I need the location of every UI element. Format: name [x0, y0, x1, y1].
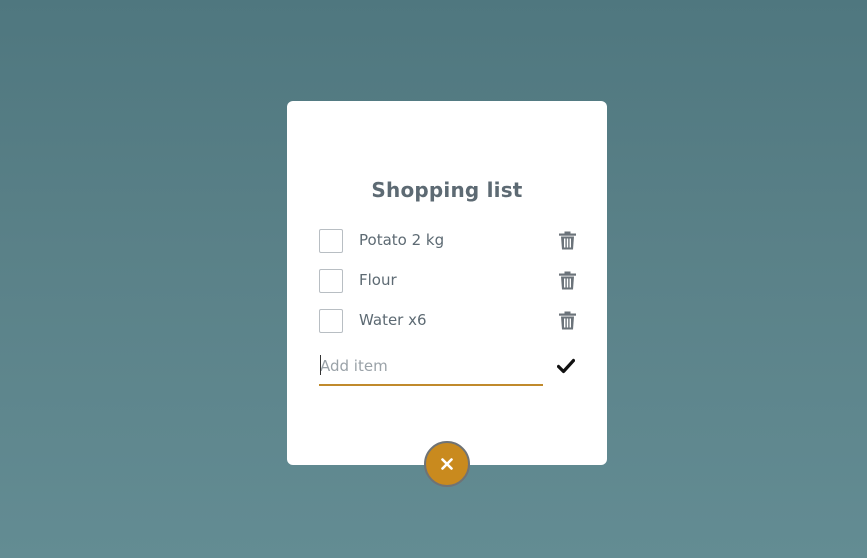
trash-icon[interactable]	[559, 271, 576, 290]
item-label: Potato 2 kg	[359, 231, 445, 249]
item-label: Flour	[359, 271, 397, 289]
add-item-input[interactable]	[320, 355, 540, 377]
text-caret	[320, 355, 321, 375]
list-item: Potato 2 kg	[319, 229, 579, 253]
close-icon	[441, 458, 453, 470]
item-label: Water x6	[359, 311, 427, 329]
close-button[interactable]	[424, 441, 470, 487]
card-title: Shopping list	[371, 178, 523, 202]
list-item: Water x6	[319, 309, 579, 333]
item-checkbox[interactable]	[319, 229, 343, 253]
add-item-field	[319, 351, 543, 386]
shopping-list-card: Shopping list Potato 2 kg Flour Water x6…	[287, 101, 607, 465]
item-checkbox[interactable]	[319, 309, 343, 333]
checkmark-icon[interactable]	[556, 358, 576, 374]
list-item: Flour	[319, 269, 579, 293]
trash-icon[interactable]	[559, 231, 576, 250]
item-checkbox[interactable]	[319, 269, 343, 293]
trash-icon[interactable]	[559, 311, 576, 330]
